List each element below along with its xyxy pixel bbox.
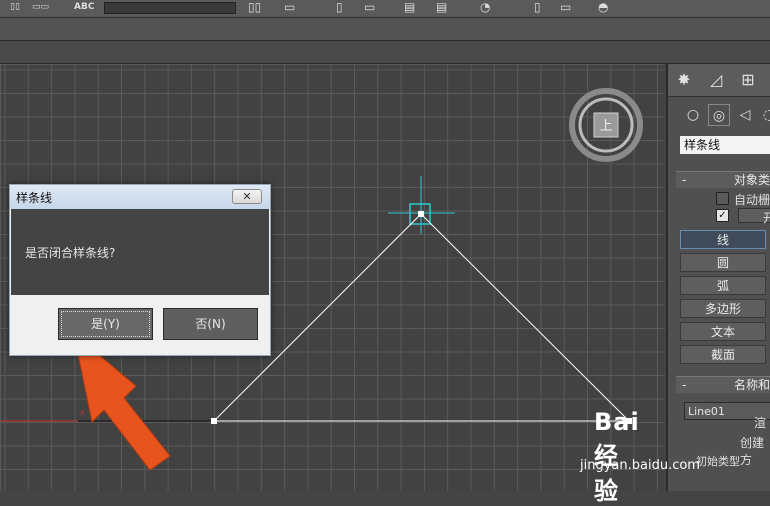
unlink-icon[interactable]: ▭▭ [32, 0, 49, 14]
arc-button[interactable]: 弧 [680, 276, 766, 295]
curve-editor-icon[interactable]: ▭ [364, 0, 375, 14]
mirror-icon[interactable]: ▯▯ [248, 0, 261, 14]
geometry-icon[interactable]: ○ [682, 104, 704, 126]
link-icon[interactable]: ▯▯ [10, 0, 20, 14]
initial-type-label: 初始类型 [696, 455, 740, 468]
create-subcategory-bar: ○ ◎ ◁ ◌ [668, 100, 770, 130]
command-panel: ✸ ◿ ⊞ ○ ◎ ◁ ◌ 样条线 - 对象类 自动栅 ✓ 开 线 圆 弧 多边形… [666, 64, 770, 491]
hierarchy-tab-icon[interactable]: ⊞ [736, 68, 760, 92]
auto-grid-label: 自动栅 [734, 193, 770, 207]
line-button[interactable]: 线 [680, 230, 766, 249]
shape-category-dropdown[interactable]: 样条线 [680, 136, 770, 154]
create-tab-icon[interactable]: ✸ [672, 68, 696, 92]
section-button[interactable]: 截面 [680, 345, 766, 364]
start-new-shape-button[interactable]: 开 [738, 208, 770, 225]
dialog-close-button[interactable]: ✕ [232, 189, 262, 204]
ngon-button[interactable]: 多边形 [680, 299, 766, 318]
text-icon[interactable]: ABC [74, 0, 94, 14]
dialog-message: 是否闭合样条线? [25, 246, 116, 260]
render-setup-icon[interactable]: ◔ [480, 0, 490, 14]
circle-button[interactable]: 圆 [680, 253, 766, 272]
main-toolbar: ▯▯ ▭▭ ABC ▯▯ ▭ ▯ ▭ ▤ ▤ ◔ ▯ ▭ ◓ [0, 0, 770, 18]
ribbon-bar [0, 41, 770, 64]
render-frame-icon[interactable]: ▯ [534, 0, 541, 14]
lights-icon[interactable]: ◁ [734, 104, 756, 126]
toolbar-spacer [0, 18, 770, 40]
auto-grid-checkbox[interactable] [716, 192, 729, 205]
shapes-icon[interactable]: ◎ [708, 104, 730, 126]
schematic-icon[interactable]: ▤ [404, 0, 415, 14]
layer-icon[interactable]: ▯ [336, 0, 343, 14]
modify-tab-icon[interactable]: ◿ [704, 68, 728, 92]
creation-method-label[interactable]: 创建方 [740, 434, 770, 468]
text-button[interactable]: 文本 [680, 322, 766, 341]
object-type-title: 对象类 [733, 173, 770, 187]
close-spline-dialog: 样条线 ✕ 是否闭合样条线? 是(Y) 否(N) [9, 184, 271, 356]
dialog-titlebar[interactable]: 样条线 ✕ [10, 185, 270, 209]
no-button[interactable]: 否(N) [163, 308, 258, 340]
render-icon[interactable]: ▭ [560, 0, 571, 14]
dialog-body: 是否闭合样条线? [11, 209, 269, 295]
object-type-rollout-header[interactable]: - 对象类 [676, 171, 770, 188]
name-color-title: 名称和 [733, 378, 770, 392]
start-new-shape-label: 开 [763, 211, 770, 225]
start-new-shape-checkbox[interactable]: ✓ [716, 209, 729, 222]
teapot-icon[interactable]: ◓ [598, 0, 608, 14]
align-icon[interactable]: ▭ [284, 0, 295, 14]
dialog-title: 样条线 [16, 191, 53, 205]
yes-button[interactable]: 是(Y) [58, 308, 153, 340]
selection-set-field[interactable] [104, 2, 236, 14]
watermark-url: jingyan.baidu.com [580, 458, 700, 473]
cameras-icon[interactable]: ◌ [758, 104, 770, 126]
command-panel-tabs: ✸ ◿ ⊞ [668, 64, 770, 97]
rendering-rollout-label[interactable]: 渲 [754, 414, 766, 431]
watermark-logo: Bai经验 [594, 408, 640, 505]
name-color-rollout-header[interactable]: - 名称和 [676, 376, 770, 393]
material-editor-icon[interactable]: ▤ [436, 0, 447, 14]
